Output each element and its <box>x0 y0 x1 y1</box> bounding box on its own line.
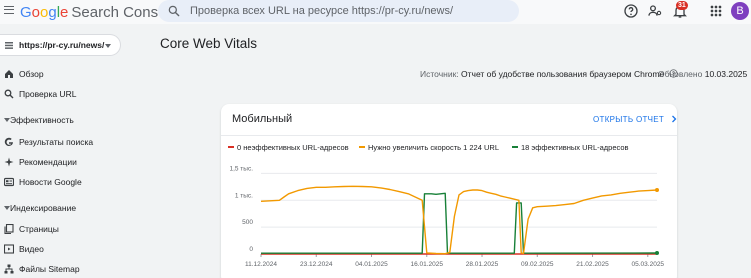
sidebar-item-label: Обзор <box>19 69 44 79</box>
series-line <box>260 185 658 255</box>
app-logo[interactable]: Google Search Console <box>20 4 178 21</box>
search-icon <box>4 89 14 99</box>
sidebar-item-search-results[interactable]: Результаты поиска <box>0 133 135 151</box>
updated-value: 10.03.2025 <box>704 69 748 79</box>
x-tick-label: 04.01.2025 <box>355 261 388 268</box>
sidebar-section-indexing[interactable]: Индексирование <box>0 202 135 216</box>
mobile-card: Мобильный ОТКРЫТЬ ОТЧЕТ 0 неэффективных … <box>221 104 677 278</box>
data-source: Источник: Отчет об удобстве пользования … <box>420 69 678 79</box>
open-report-link[interactable]: ОТКРЫТЬ ОТЧЕТ <box>593 115 678 124</box>
legend-label: 0 неэффективных URL-адресов <box>237 143 349 152</box>
divider <box>221 135 677 136</box>
card-title: Мобильный <box>232 113 293 125</box>
y-tick-label: 1,5 тыс. <box>229 165 253 172</box>
legend-swatch <box>228 146 234 148</box>
x-tick-label: 28.01.2025 <box>466 261 499 268</box>
google-g-icon <box>4 137 13 147</box>
manage-users-icon[interactable] <box>647 3 663 19</box>
source-prefix: Источник: <box>420 69 459 79</box>
news-icon <box>4 177 14 187</box>
y-tick-label: 500 <box>242 219 253 226</box>
menu-icon[interactable] <box>4 6 14 14</box>
sidebar-section-performance[interactable]: Эффективность <box>0 114 135 128</box>
x-tick-label: 23.12.2024 <box>300 261 333 268</box>
avatar[interactable]: B <box>731 2 749 20</box>
y-tick-label: 1 тыс. <box>235 192 253 199</box>
updated-prefix: Обновлено <box>658 69 703 79</box>
logo-letter: e <box>60 4 69 21</box>
sidebar-item-label: Рекомендации <box>19 157 77 167</box>
apps-grid-icon[interactable] <box>708 3 724 19</box>
sidebar-item-label: Файлы Sitemap <box>19 264 80 274</box>
x-tick-label: 21.02.2025 <box>576 261 609 268</box>
sidebar-section-label: Эффективность <box>10 115 74 125</box>
sidebar-item-label: Проверка URL <box>19 89 77 99</box>
sidebar-item-label: Результаты поиска <box>19 137 94 147</box>
sparkle-icon <box>4 157 14 167</box>
sidebar-item-label: Новости Google <box>19 177 82 187</box>
sitemap-icon <box>4 264 14 274</box>
pages-icon <box>4 224 14 234</box>
chevron-right-icon <box>671 115 677 123</box>
page-title: Core Web Vitals <box>160 36 258 51</box>
sidebar-item-pages[interactable]: Страницы <box>0 220 135 238</box>
last-updated: Обновлено 10.03.2025 <box>658 69 747 79</box>
legend-item-poor[interactable]: 0 неэффективных URL-адресов <box>228 143 349 152</box>
series-end-point <box>655 251 659 256</box>
series-line <box>261 192 658 254</box>
property-selector[interactable]: https://pr-cy.ru/news/ <box>0 34 121 56</box>
top-header: GoogleSearch Console 31 B <box>0 0 751 24</box>
y-tick-label: 0 <box>249 246 253 253</box>
legend-item-needs-improvement[interactable]: Нужно увеличить скорость 1 224 URL <box>359 143 499 152</box>
cwv-chart: 1,5 тыс. 1 тыс. 500 0 11.12.2024 23.12.2024 04… <box>229 165 665 268</box>
legend-label: Нужно увеличить скорость 1 224 URL <box>368 143 499 152</box>
legend-swatch <box>359 146 365 148</box>
search-input[interactable] <box>190 3 510 19</box>
sidebar-item-overview[interactable]: Обзор <box>0 65 135 83</box>
sidebar-item-recommendations[interactable]: Рекомендации <box>0 153 135 171</box>
sidebar-item-label: Видео <box>19 244 44 254</box>
x-tick-label: 09.02.2025 <box>521 261 554 268</box>
video-icon <box>4 244 14 254</box>
notifications-badge: 31 <box>676 1 688 10</box>
logo-letter: G <box>20 4 32 21</box>
sidebar-item-google-news[interactable]: Новости Google <box>0 173 135 191</box>
source-value: Отчет об удобстве пользования браузером … <box>461 69 665 79</box>
sidebar-item-sitemaps[interactable]: Файлы Sitemap <box>0 260 135 278</box>
legend-item-good[interactable]: 18 эффективных URL-адресов <box>512 143 629 152</box>
search-bar[interactable] <box>158 0 519 22</box>
logo-letter: g <box>48 4 57 21</box>
chevron-down-icon <box>105 44 111 48</box>
x-tick-label: 16.01.2025 <box>410 261 443 268</box>
help-icon[interactable] <box>623 3 639 19</box>
logo-letter: o <box>31 4 41 21</box>
sidebar-item-video[interactable]: Видео <box>0 240 135 258</box>
home-icon <box>5 70 13 78</box>
sidebar: https://pr-cy.ru/news/ Обзор Проверка UR… <box>0 24 135 278</box>
x-tick-label: 11.12.2024 <box>245 261 277 268</box>
legend-swatch <box>512 146 518 148</box>
property-icon <box>5 42 13 49</box>
sidebar-section-label: Индексирование <box>10 203 77 213</box>
series-end-point <box>655 188 659 193</box>
search-icon[interactable] <box>167 4 181 18</box>
sidebar-item-label: Страницы <box>19 224 59 234</box>
open-report-label: ОТКРЫТЬ ОТЧЕТ <box>593 115 665 124</box>
legend-label: 18 эффективных URL-адресов <box>521 143 629 152</box>
property-label: https://pr-cy.ru/news/ <box>19 40 105 50</box>
x-tick-label: 05.03.2025 <box>632 261 665 268</box>
sidebar-item-url-inspection[interactable]: Проверка URL <box>0 85 135 103</box>
